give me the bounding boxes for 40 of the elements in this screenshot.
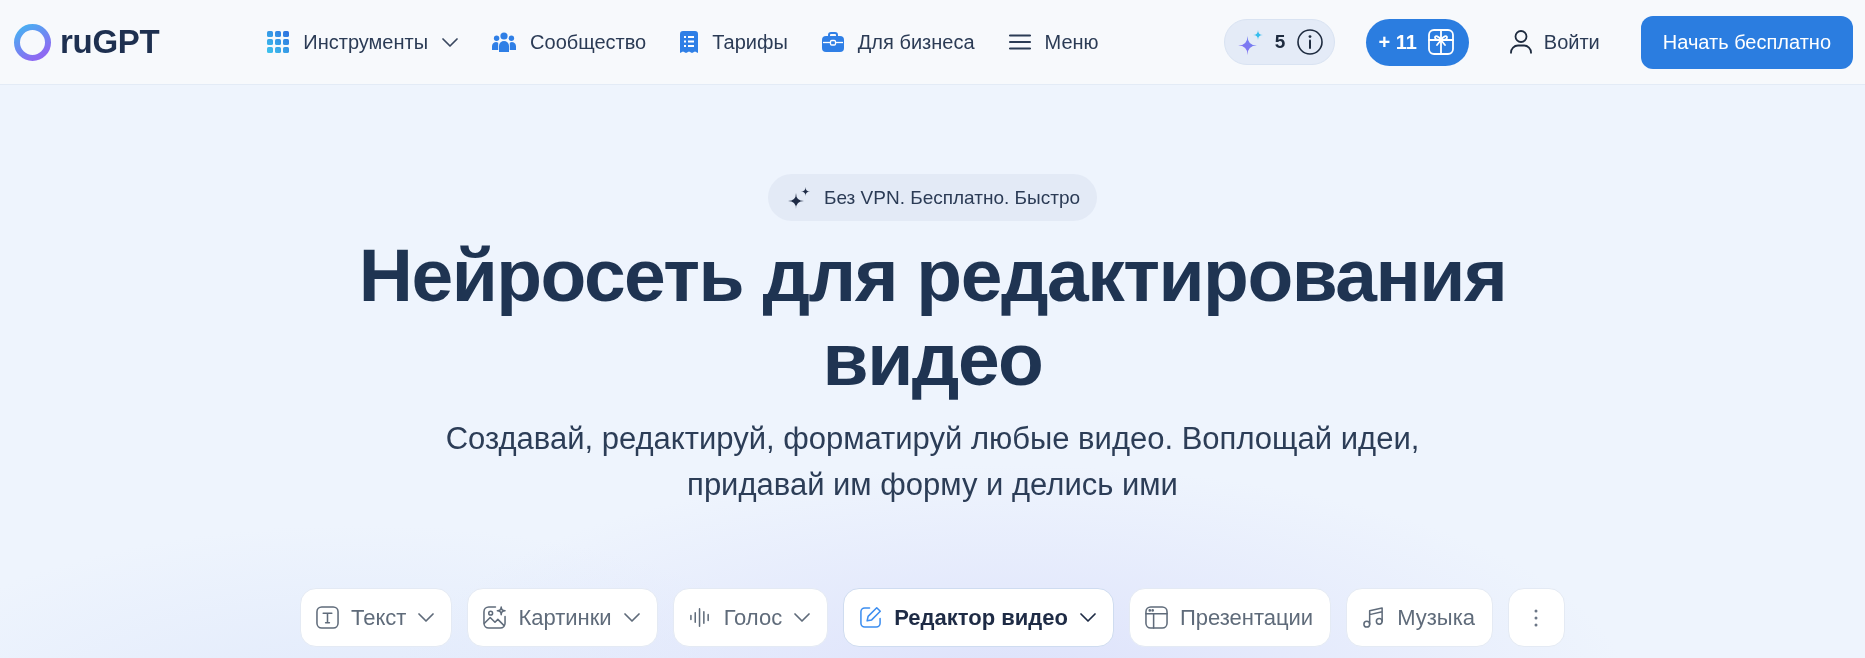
waveform-icon bbox=[688, 606, 712, 629]
start-button[interactable]: Начать бесплатно bbox=[1640, 15, 1853, 69]
gift-icon bbox=[1427, 29, 1454, 55]
nav-link[interactable]: Для бизнеса bbox=[821, 30, 975, 54]
info-icon bbox=[1297, 29, 1324, 55]
login-link[interactable]: Войти bbox=[1509, 30, 1600, 54]
music-note-icon bbox=[1362, 606, 1386, 629]
hero-title: Нейросеть для редактирования видео bbox=[357, 233, 1508, 401]
layout-icon bbox=[1144, 606, 1168, 629]
tool-tab[interactable]: Текст bbox=[300, 588, 453, 647]
chevron-down-icon bbox=[418, 613, 435, 622]
badge-text: Без VPN. Бесплатно. Быстро bbox=[823, 186, 1081, 209]
people-icon bbox=[492, 32, 517, 52]
ring-icon bbox=[14, 23, 51, 61]
chevron-down-icon bbox=[623, 613, 640, 622]
chevron-down-icon bbox=[794, 613, 811, 622]
more-icon bbox=[1534, 608, 1539, 627]
credits-button[interactable]: 5 bbox=[1223, 19, 1336, 65]
more-button[interactable] bbox=[1508, 588, 1565, 647]
briefcase-icon bbox=[821, 31, 844, 53]
nav-link[interactable]: Меню bbox=[1008, 30, 1099, 54]
hero-subtitle: Создавай, редактируй, форматируй любые видео. Воплощай идеи, придавай им форму и делись ими bbox=[444, 420, 1421, 504]
chevron-down-icon bbox=[442, 37, 459, 47]
bonus-button[interactable]: + 11 bbox=[1366, 18, 1469, 66]
image-icon bbox=[483, 606, 507, 629]
document-icon bbox=[680, 31, 699, 53]
logo[interactable]: ruGPT bbox=[14, 23, 160, 61]
tool-tab[interactable]: Редактор видео bbox=[843, 588, 1114, 647]
tool-tab[interactable]: Картинки bbox=[467, 588, 658, 647]
tool-tab[interactable]: Музыка bbox=[1346, 588, 1493, 647]
grid-icon bbox=[267, 31, 290, 53]
chevron-down-icon bbox=[1079, 613, 1096, 622]
text-icon bbox=[316, 606, 339, 629]
pen-icon bbox=[859, 606, 883, 629]
tool-tab[interactable]: Презентации bbox=[1128, 588, 1332, 647]
nav-link[interactable]: Сообщество bbox=[492, 30, 647, 54]
user-icon bbox=[1509, 30, 1532, 54]
nav-link[interactable]: Инструменты bbox=[267, 30, 459, 54]
nav-link[interactable]: Тарифы bbox=[680, 30, 788, 54]
tool-tab[interactable]: Голос bbox=[672, 588, 829, 647]
